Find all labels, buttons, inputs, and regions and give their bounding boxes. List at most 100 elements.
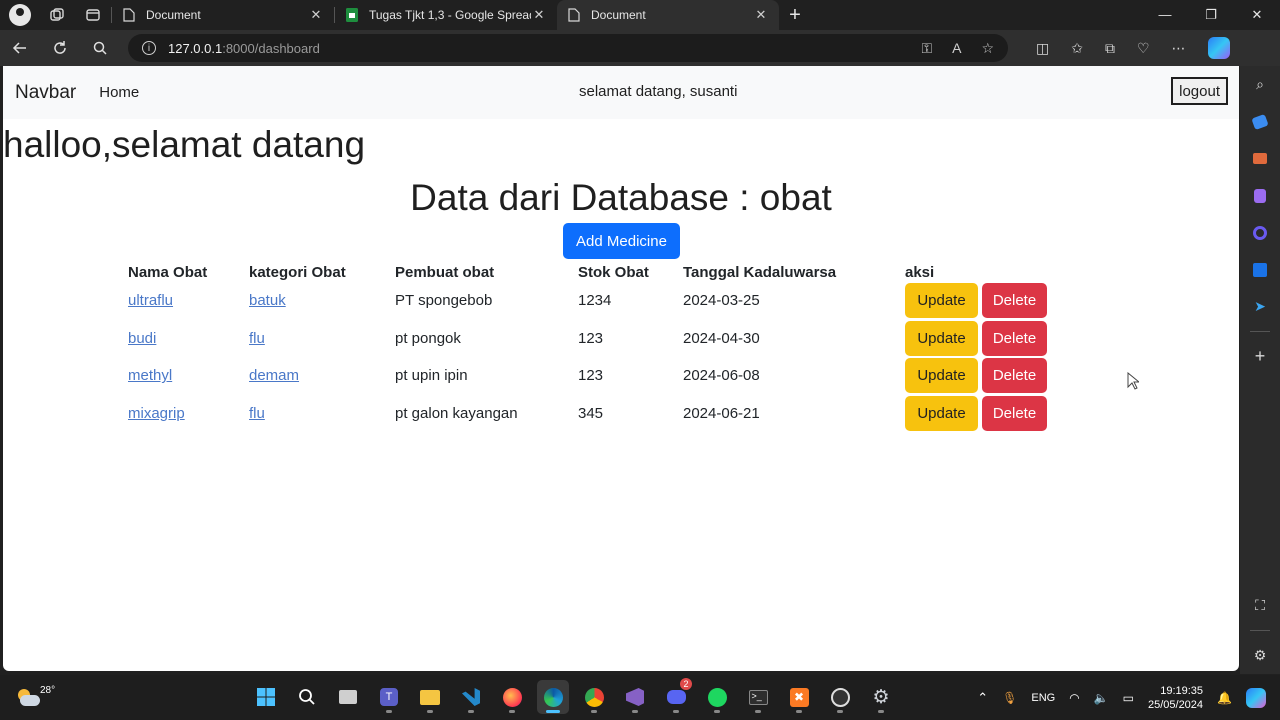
task-view-icon[interactable]	[332, 680, 364, 714]
restore-icon[interactable]: ❐	[1188, 7, 1234, 23]
logout-button[interactable]: logout	[1171, 77, 1228, 105]
welcome-text: selamat datang, susanti	[579, 83, 738, 100]
close-icon[interactable]: ✕	[531, 7, 547, 23]
delete-button[interactable]: Delete	[982, 395, 1047, 431]
system-tray: ⌃ 🎙 ENG ◠ 🔈 ▭ 19:19:35 25/05/2024 🔔	[977, 675, 1266, 720]
tab-spreadsheet[interactable]: Tugas Tjkt 1,3 - Google Spreadsh ✕	[335, 0, 557, 30]
tag-icon[interactable]	[1240, 103, 1280, 140]
chrome-icon[interactable]	[578, 680, 610, 714]
date: 25/05/2024	[1147, 698, 1204, 711]
update-button[interactable]: Update	[905, 283, 978, 319]
tab-title: Document	[591, 8, 646, 22]
address-bar-actions: ⚿ A ☆	[921, 40, 994, 57]
site-navbar: Navbar Home selamat datang, susanti logo…	[3, 66, 1239, 119]
new-tab-button[interactable]: +	[779, 4, 811, 27]
workspaces-icon[interactable]	[39, 0, 75, 30]
divider	[1250, 331, 1270, 332]
maker-cell: PT spongebob	[395, 292, 493, 310]
copilot-icon[interactable]	[1207, 37, 1230, 59]
category-link[interactable]: batuk	[249, 292, 286, 309]
medicine-name-link[interactable]: budi	[128, 330, 156, 347]
category-link[interactable]: flu	[249, 330, 265, 347]
info-icon[interactable]: i	[142, 41, 156, 55]
screenshot-icon[interactable]: ⛶	[1240, 587, 1280, 624]
split-screen-icon[interactable]: ◫	[1036, 40, 1049, 57]
back-icon[interactable]	[0, 30, 40, 66]
visual-studio-icon[interactable]	[619, 680, 651, 714]
address-bar[interactable]: i 127.0.0.1 :8000/dashboard ⚿ A ☆	[128, 34, 1008, 62]
mouse-cursor-icon	[1127, 372, 1139, 390]
update-button[interactable]: Update	[905, 395, 978, 431]
chevron-up-icon[interactable]: ⌃	[977, 690, 988, 706]
firefox-icon[interactable]	[496, 680, 528, 714]
settings-gear-icon[interactable]: ⚙	[1240, 637, 1280, 674]
battery-icon[interactable]: ▭	[1123, 691, 1134, 705]
url-path: :8000/dashboard	[222, 40, 320, 56]
add-icon[interactable]: +	[1240, 338, 1280, 375]
medicine-name-link[interactable]: mixagrip	[128, 405, 185, 422]
delete-button[interactable]: Delete	[982, 320, 1047, 356]
file-explorer-icon[interactable]	[414, 680, 446, 714]
terminal-icon[interactable]: >_	[742, 680, 774, 714]
copilot-small-icon[interactable]	[1240, 214, 1280, 251]
update-button[interactable]: Update	[905, 358, 978, 394]
read-aloud-icon[interactable]: A	[952, 40, 961, 57]
add-medicine-button[interactable]: Add Medicine	[563, 223, 680, 259]
sheets-icon	[345, 8, 359, 22]
discord-icon[interactable]: 2	[660, 678, 692, 714]
tab-document-active[interactable]: Document ✕	[557, 0, 779, 30]
medicine-table: Nama Obat kategori Obat Pembuat obat Sto…	[116, 262, 1059, 432]
spotify-icon[interactable]	[701, 680, 733, 714]
minimize-icon[interactable]: —	[1142, 7, 1188, 23]
key-icon[interactable]: ⚿	[921, 40, 932, 57]
search-icon[interactable]	[80, 30, 120, 66]
search-icon[interactable]: ⌕	[1240, 66, 1280, 103]
clock[interactable]: 19:19:35 25/05/2024	[1148, 684, 1203, 712]
delete-button[interactable]: Delete	[982, 283, 1047, 319]
briefcase-icon[interactable]	[1240, 140, 1280, 177]
nav-link-home[interactable]: Home	[99, 84, 139, 101]
copilot-taskbar-icon[interactable]	[1246, 687, 1266, 708]
send-icon[interactable]: ➤	[1240, 288, 1280, 325]
table-row: methyl demam pt upin ipin 123 2024-06-08…	[116, 357, 1059, 395]
category-link[interactable]: flu	[249, 405, 265, 422]
time: 19:19:35	[1160, 684, 1204, 697]
refresh-icon[interactable]	[40, 30, 80, 66]
search-icon[interactable]	[291, 680, 323, 714]
close-window-icon[interactable]: ✕	[1234, 7, 1280, 23]
more-menu-icon[interactable]: ⋯	[1172, 40, 1186, 57]
vscode-icon[interactable]	[455, 680, 487, 714]
settings-icon[interactable]: ⚙	[865, 680, 897, 714]
table-row: budi flu pt pongok 123 2024-04-30 Update…	[116, 320, 1059, 358]
browser-essentials-icon[interactable]: ♡	[1137, 40, 1150, 57]
volume-icon[interactable]: 🔈	[1094, 691, 1109, 705]
medicine-name-link[interactable]: methyl	[128, 367, 172, 384]
update-button[interactable]: Update	[905, 320, 978, 356]
document-icon	[122, 8, 136, 22]
navbar-brand[interactable]: Navbar	[15, 82, 76, 104]
medicine-name-link[interactable]: ultraflu	[128, 292, 173, 309]
weather-widget[interactable]: 28°	[16, 685, 55, 707]
language-indicator[interactable]: ENG	[1031, 692, 1055, 704]
obs-icon[interactable]	[824, 680, 856, 714]
profile-avatar[interactable]	[9, 4, 31, 26]
favorites-icon[interactable]: ✩	[1071, 40, 1083, 57]
xampp-icon[interactable]: ✖	[783, 680, 815, 714]
delete-button[interactable]: Delete	[982, 358, 1047, 394]
tab-actions-icon[interactable]	[75, 0, 111, 30]
maker-cell: pt galon kayangan	[395, 404, 518, 422]
teams-icon[interactable]: T	[373, 680, 405, 714]
notification-bell-icon[interactable]: 🔔	[1217, 691, 1232, 705]
games-icon[interactable]	[1240, 177, 1280, 214]
wifi-icon[interactable]: ◠	[1069, 691, 1079, 705]
microphone-icon[interactable]: 🎙	[1002, 691, 1017, 705]
close-icon[interactable]: ✕	[308, 7, 324, 23]
collections-icon[interactable]: ⧉	[1105, 40, 1115, 57]
favorite-star-icon[interactable]: ☆	[981, 40, 994, 57]
outlook-icon[interactable]	[1240, 251, 1280, 288]
edge-icon[interactable]	[537, 680, 569, 714]
close-icon[interactable]: ✕	[753, 7, 769, 23]
category-link[interactable]: demam	[249, 367, 299, 384]
tab-document-1[interactable]: Document ✕	[112, 0, 334, 30]
start-menu-icon[interactable]	[250, 680, 282, 714]
